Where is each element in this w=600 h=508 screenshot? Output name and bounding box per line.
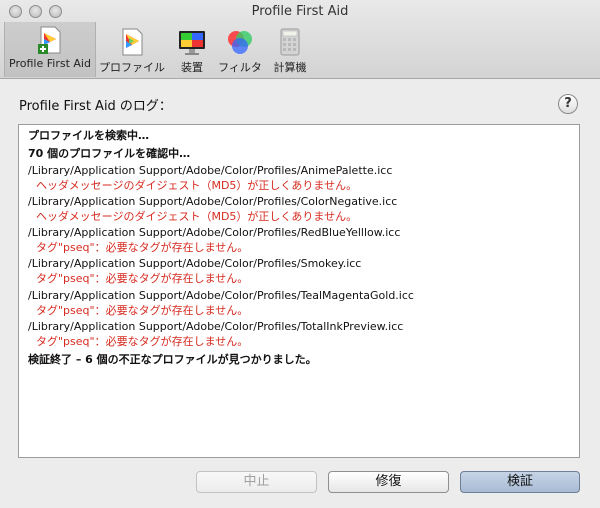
log-error-line: タグ"pseq"：必要なタグが存在しません。 [36,241,249,254]
log-line: 70 個のプロファイルを確認中… [28,147,191,160]
profile-first-aid-icon [38,26,61,54]
log-line: /Library/Application Support/Adobe/Color… [28,226,401,239]
log-text-area[interactable]: プロファイルを検索中… 70 個のプロファイルを確認中… /Library/Ap… [18,124,580,458]
verify-button[interactable]: 検証 [460,471,580,493]
repair-button[interactable]: 修復 [328,471,449,493]
window-title: Profile First Aid [251,4,349,19]
toolbar-item-device[interactable]: 装置 [170,24,214,74]
log-error-line: タグ"pseq"：必要なタグが存在しません。 [36,304,249,317]
help-button[interactable]: ? [558,94,578,114]
log-line: プロファイルを検索中… [28,129,149,142]
profile-first-aid-window: Profile First Aid Profile First Aid プロファ… [0,0,600,508]
stop-button[interactable]: 中止 [196,471,317,493]
log-error-line: タグ"pseq"：必要なタグが存在しません。 [36,335,249,348]
log-summary-line: 検証終了 – 6 個の不正なプロファイルが見つかりました。 [28,353,317,366]
log-error-line: ヘッダメッセージのダイジェスト（MD5）が正しくありません。 [36,179,358,192]
toolbar-item-profile[interactable]: プロファイル [96,24,168,74]
log-error-line: ヘッダメッセージのダイジェスト（MD5）が正しくありません。 [36,210,358,223]
toolbar-item-label: 計算機 [273,61,307,74]
calculator-icon [280,28,300,56]
log-error-line: タグ"pseq"：必要なタグが存在しません。 [36,272,249,285]
log-label: Profile First Aid のログ： [19,99,172,114]
log-line: /Library/Application Support/Adobe/Color… [28,257,362,270]
toolbar-item-filter[interactable]: フィルタ [214,24,266,74]
toolbar-item-calculator[interactable]: 計算機 [268,24,312,74]
log-line: /Library/Application Support/Adobe/Color… [28,320,404,333]
toolbar-item-label: 装置 [181,61,203,74]
toolbar-item-label: プロファイル [99,61,165,74]
toolbar-item-label: フィルタ [218,61,262,74]
log-line: /Library/Application Support/Adobe/Color… [28,195,398,208]
title-bar: Profile First Aid Profile First Aid プロファ… [0,0,600,79]
color-filter-icon [228,31,252,54]
log-line: /Library/Application Support/Adobe/Color… [28,289,414,302]
profile-document-icon [122,28,143,56]
display-device-icon [179,31,205,55]
toolbar-item-profile-first-aid[interactable]: Profile First Aid [4,22,96,77]
log-line: /Library/Application Support/Adobe/Color… [28,164,393,177]
toolbar-item-label: Profile First Aid [9,57,91,70]
